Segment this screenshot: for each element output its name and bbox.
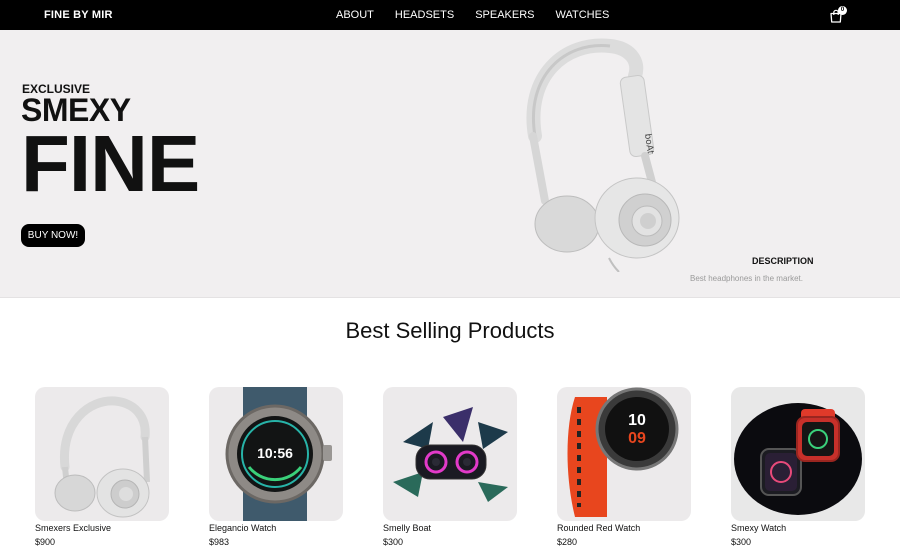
product-name[interactable]: Elegancio Watch (209, 523, 276, 533)
product-image[interactable] (35, 387, 169, 521)
smartwatch-pair-image (734, 403, 862, 515)
hero-heading-large: FINE (21, 119, 200, 208)
smartwatch-image: 10:56 (225, 387, 332, 521)
product-image[interactable] (383, 387, 517, 521)
nav-link-headsets[interactable]: HEADSETS (395, 9, 454, 21)
product-price: $300 (731, 537, 752, 547)
hero-banner: EXCLUSIVE SMEXY FINE BUY NOW! boAt DESCR… (0, 30, 900, 298)
product-price: $280 (557, 537, 578, 547)
product-image[interactable] (731, 387, 865, 521)
svg-text:10:56: 10:56 (257, 445, 293, 461)
nav-link-watches[interactable]: WATCHES (556, 9, 610, 21)
cart-count-badge: 0 (838, 6, 847, 15)
hero-description-text: Best headphones in the market. (690, 274, 803, 283)
speaker-image (393, 407, 508, 502)
product-card[interactable]: 10:56 Elegancio Watch $983 (209, 387, 343, 547)
product-price: $300 (383, 537, 404, 547)
brand-logo[interactable]: FINE BY MIR (44, 9, 113, 21)
hero-description-title: DESCRIPTION (752, 256, 814, 266)
sport-watch-image: 10 09 (567, 387, 679, 517)
product-name[interactable]: Smexy Watch (731, 523, 786, 533)
nav-links: ABOUT HEADSETS SPEAKERS WATCHES (336, 9, 609, 21)
headphones-hero-image: boAt (526, 38, 680, 272)
navbar: FINE BY MIR ABOUT HEADSETS SPEAKERS WATC… (0, 0, 900, 30)
best-selling-title: Best Selling Products (345, 318, 555, 343)
product-image[interactable]: 10 09 (557, 387, 691, 521)
nav-link-speakers[interactable]: SPEAKERS (475, 9, 534, 21)
product-name[interactable]: Rounded Red Watch (557, 523, 640, 533)
product-card[interactable]: Smexy Watch $300 (731, 387, 865, 547)
cart-button[interactable]: 0 (829, 6, 849, 24)
product-card[interactable]: Smexers Exclusive $900 (35, 387, 169, 547)
product-price: $900 (35, 537, 56, 547)
product-price: $983 (209, 537, 230, 547)
nav-link-about[interactable]: ABOUT (336, 9, 374, 21)
svg-text:09: 09 (628, 430, 646, 447)
product-card[interactable]: 10 09 Rounded Red Watch $280 (557, 387, 691, 547)
buy-now-button[interactable]: BUY NOW! (21, 224, 85, 247)
product-name[interactable]: Smelly Boat (383, 523, 431, 533)
headphones-image (54, 396, 150, 518)
product-image[interactable]: 10:56 (209, 387, 343, 521)
svg-text:10: 10 (628, 412, 646, 429)
product-card[interactable]: Smelly Boat $300 (383, 387, 517, 547)
product-name[interactable]: Smexers Exclusive (35, 523, 111, 533)
